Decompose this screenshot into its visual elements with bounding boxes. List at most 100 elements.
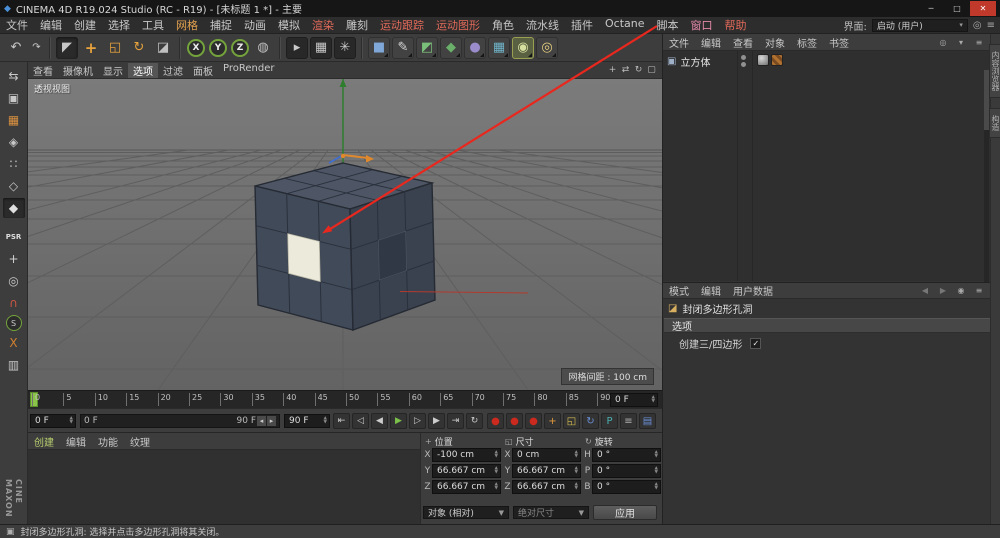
model-mode-button[interactable]: ▣ bbox=[3, 88, 25, 108]
spinner[interactable]: ▲ ▼ bbox=[492, 482, 498, 491]
subdivision-surface-button[interactable]: ◩ bbox=[416, 36, 438, 59]
lock-y-button[interactable]: Y bbox=[209, 38, 227, 57]
goto-end-button[interactable]: ⇥ bbox=[447, 413, 464, 429]
rotate-view-icon[interactable]: ↻ bbox=[632, 64, 645, 77]
render-picture-viewer-button[interactable]: ▦ bbox=[310, 36, 332, 59]
lock-z-button[interactable]: Z bbox=[231, 38, 249, 57]
viewport-menu-item[interactable]: 摄像机 bbox=[58, 63, 98, 78]
object-row[interactable]: ▣ 立方体 bbox=[667, 54, 710, 69]
workplane-mode-button[interactable]: ◈ bbox=[3, 132, 25, 152]
menubar-item[interactable]: 运动跟踪 bbox=[374, 17, 430, 33]
instance-array-button[interactable]: ▦ bbox=[488, 36, 510, 59]
move-tool[interactable]: + bbox=[80, 37, 102, 59]
om-settings-icon[interactable]: ≡ bbox=[973, 36, 985, 48]
menubar-item[interactable]: Octane bbox=[599, 17, 651, 33]
menubar-item[interactable]: 帮助 bbox=[719, 17, 753, 33]
keyframe-position-toggle[interactable]: + bbox=[544, 413, 561, 429]
menubar-item[interactable]: 模拟 bbox=[272, 17, 306, 33]
options-section-header[interactable]: 选项 bbox=[664, 318, 990, 333]
record-keyframe-button[interactable]: ● bbox=[487, 413, 504, 429]
visibility-toggle-render[interactable] bbox=[741, 62, 746, 67]
om-scrollbar[interactable] bbox=[984, 70, 989, 296]
previous-frame-button[interactable]: ◀ bbox=[371, 413, 388, 429]
tab-content-browser[interactable]: 内容浏览器 bbox=[989, 44, 1000, 98]
spinner[interactable]: ▲ ▼ bbox=[652, 450, 658, 459]
material-menu-item[interactable]: 创建 bbox=[28, 434, 60, 449]
material-menu-item[interactable]: 编辑 bbox=[60, 434, 92, 449]
menubar-item[interactable]: 创建 bbox=[68, 17, 102, 33]
spinner[interactable]: ▲ ▼ bbox=[572, 466, 578, 475]
snap-button[interactable]: ∩ bbox=[3, 293, 25, 313]
tab-structure[interactable]: 构造 bbox=[989, 108, 1000, 138]
menubar-item[interactable]: 角色 bbox=[486, 17, 520, 33]
search-icon[interactable]: ◎ bbox=[973, 20, 982, 31]
spinner[interactable]: ▲ ▼ bbox=[652, 466, 658, 475]
camera-button[interactable]: ◉ bbox=[512, 36, 534, 59]
coord-field-size-y[interactable]: 66.667 cm ▲ ▼ bbox=[512, 464, 581, 478]
play-button[interactable]: ▶ bbox=[390, 413, 407, 429]
menubar-item[interactable]: 文件 bbox=[0, 17, 34, 33]
undo-button[interactable]: ↶ bbox=[5, 37, 27, 59]
object-name[interactable]: 立方体 bbox=[680, 54, 710, 69]
keyframe-selection-button[interactable]: ▤ bbox=[639, 413, 656, 429]
environment-object-button[interactable]: ● bbox=[464, 36, 486, 59]
close-button[interactable]: ✕ bbox=[970, 1, 996, 16]
light-button[interactable]: ◎ bbox=[536, 36, 558, 59]
am-menu-item[interactable]: 模式 bbox=[663, 283, 695, 298]
viewport-menu-item[interactable]: 显示 bbox=[98, 63, 128, 78]
menubar-item[interactable]: 窗口 bbox=[685, 17, 719, 33]
coord-mode-dropdown[interactable]: 对象 (相对) ▼ bbox=[423, 506, 509, 519]
last-used-tool[interactable]: ◪ bbox=[152, 37, 174, 59]
interface-dropdown[interactable]: 启动 (用户) ▾ bbox=[871, 18, 968, 32]
layout-menu-icon[interactable]: ≡ bbox=[987, 20, 995, 31]
material-menu-item[interactable]: 纹理 bbox=[124, 434, 156, 449]
viewport-canvas[interactable]: 透视视图 网格间距 : 100 cm bbox=[28, 79, 662, 390]
menubar-item[interactable]: 选择 bbox=[102, 17, 136, 33]
timeline-ruler[interactable]: 0 5 10 15 20 25 30 35 40 45 50 55 60 65 70 75 80 85 90 0 F… bbox=[28, 390, 662, 408]
keyframe-parameter-toggle[interactable]: P bbox=[601, 413, 618, 429]
history-forward-icon[interactable]: ▶ bbox=[937, 285, 949, 297]
next-key-button[interactable]: ▶ bbox=[428, 413, 445, 429]
spinner[interactable]: ▲ ▼ bbox=[492, 450, 498, 459]
visibility-toggle-editor[interactable] bbox=[741, 55, 746, 60]
workplane-snap-button[interactable]: X bbox=[3, 333, 25, 353]
viewport-menu-item[interactable]: 面板 bbox=[188, 63, 218, 78]
end-frame-field[interactable]: 90 F ▲ ▼ bbox=[284, 414, 330, 428]
menubar-item[interactable]: 工具 bbox=[136, 17, 170, 33]
material-menu-item[interactable]: 功能 bbox=[92, 434, 124, 449]
minimize-button[interactable]: ─ bbox=[918, 1, 944, 16]
quantize-button[interactable]: ▥ bbox=[3, 355, 25, 375]
spinner[interactable]: ▲ ▼ bbox=[321, 416, 327, 425]
menubar-item[interactable]: 雕刻 bbox=[340, 17, 374, 33]
spinner[interactable]: ▲ ▼ bbox=[572, 482, 578, 491]
om-menu-item[interactable]: 文件 bbox=[663, 35, 695, 50]
coord-size-dropdown[interactable]: 绝对尺寸 ▼ bbox=[513, 506, 589, 519]
render-settings-button[interactable]: ✳ bbox=[334, 36, 356, 59]
menubar-item[interactable]: 动画 bbox=[238, 17, 272, 33]
coord-field-rotation-h[interactable]: 0 ° ▲ ▼ bbox=[592, 448, 661, 462]
am-menu-item[interactable]: 编辑 bbox=[695, 283, 727, 298]
viewport[interactable]: 查看 摄像机 显示 选项 过滤 面板 ProRender + ⇄ ↻ ▢ 透视视… bbox=[28, 62, 662, 390]
spinner[interactable]: ▲ ▼ bbox=[67, 416, 73, 425]
spline-pen-button[interactable]: ✎ bbox=[392, 36, 414, 59]
om-menu-item[interactable]: 编辑 bbox=[695, 35, 727, 50]
om-menu-item[interactable]: 对象 bbox=[759, 35, 791, 50]
viewport-menu-item[interactable]: 查看 bbox=[28, 63, 58, 78]
selection-tag-icon[interactable] bbox=[771, 54, 783, 66]
next-frame-button[interactable]: ▷ bbox=[409, 413, 426, 429]
slider-right-handle[interactable]: ▸ bbox=[267, 416, 276, 426]
om-menu-item[interactable]: 查看 bbox=[727, 35, 759, 50]
coord-field-position-x[interactable]: -100 cm ▲ ▼ bbox=[432, 448, 501, 462]
slider-left-handle[interactable]: ◂ bbox=[257, 416, 266, 426]
make-editable-button[interactable]: ⇆ bbox=[3, 66, 25, 86]
viewport-solo-button[interactable]: ◎ bbox=[3, 271, 25, 291]
om-menu-item[interactable]: 标签 bbox=[791, 35, 823, 50]
am-pin-icon[interactable]: ◉ bbox=[955, 285, 967, 297]
menubar-item[interactable]: 流水线 bbox=[520, 17, 565, 33]
create-tri-quad-checkbox[interactable]: ✓ bbox=[750, 338, 762, 349]
menubar-item[interactable]: 编辑 bbox=[34, 17, 68, 33]
coord-field-rotation-b[interactable]: 0 ° ▲ ▼ bbox=[592, 480, 661, 494]
record-selected-button[interactable]: ● bbox=[525, 413, 542, 429]
scale-tool[interactable]: ◱ bbox=[104, 37, 126, 59]
menubar-item[interactable]: 运动图形 bbox=[430, 17, 486, 33]
